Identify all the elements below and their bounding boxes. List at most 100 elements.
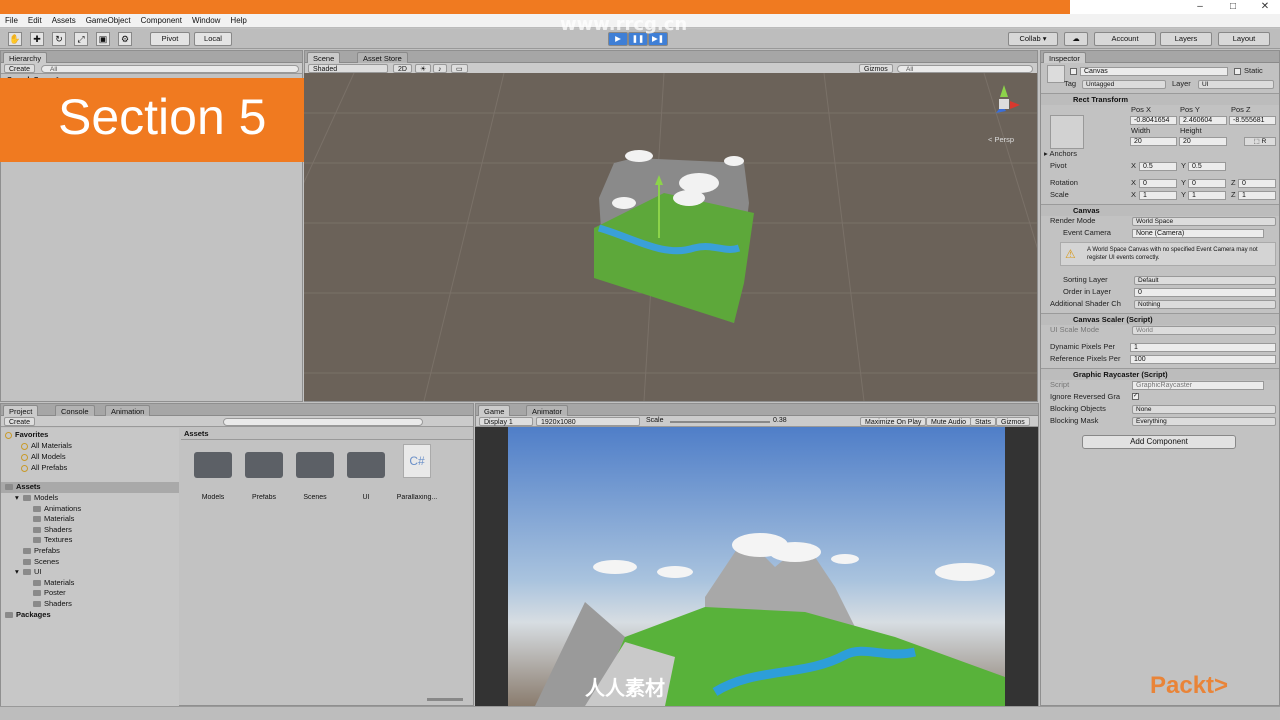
scale-slider[interactable] — [670, 421, 770, 423]
rotation-y-field[interactable]: 0 — [1188, 179, 1226, 188]
event-camera-field[interactable]: None (Camera) — [1132, 229, 1264, 238]
favorite-item[interactable]: All Prefabs — [21, 463, 67, 474]
tab-game[interactable]: Game — [478, 405, 511, 416]
render-mode-dropdown[interactable]: World Space — [1132, 217, 1276, 226]
rotation-x-field[interactable]: 0 — [1139, 179, 1177, 188]
audio-toggle-icon[interactable]: ♪ — [433, 64, 447, 73]
tab-hierarchy[interactable]: Hierarchy — [3, 52, 48, 63]
icon-size-slider[interactable] — [427, 698, 463, 701]
tag-dropdown[interactable]: Untagged — [1082, 80, 1166, 89]
reference-pixels-field[interactable]: 100 — [1130, 355, 1276, 364]
asset-folder-row[interactable]: Animations — [25, 504, 81, 515]
sorting-layer-dropdown[interactable]: Default — [1134, 276, 1276, 285]
layers-dropdown[interactable]: Layers — [1160, 32, 1212, 46]
tab-scene[interactable]: Scene — [307, 52, 341, 63]
hierarchy-create-button[interactable]: Create — [4, 64, 36, 73]
2d-toggle[interactable]: 2D — [393, 64, 412, 73]
pivot-toggle[interactable]: Pivot — [150, 32, 190, 46]
asset-folder-row[interactable]: Shaders — [25, 525, 72, 536]
graphic-raycaster-header[interactable]: Graphic Raycaster (Script) — [1041, 368, 1279, 380]
tab-animation[interactable]: Animation — [105, 405, 151, 416]
project-breadcrumb[interactable]: Assets — [181, 428, 473, 440]
menu-file[interactable]: File — [0, 14, 23, 28]
dynamic-pixels-field[interactable]: 1 — [1130, 343, 1276, 352]
game-gizmos-dropdown[interactable]: Gizmos — [996, 417, 1030, 426]
posy-field[interactable]: 2.460604 — [1179, 116, 1227, 125]
project-create-button[interactable]: Create — [4, 417, 36, 426]
maximize-on-play-toggle[interactable]: Maximize On Play — [860, 417, 927, 426]
asset-folder-row[interactable]: Shaders — [25, 599, 72, 610]
perspective-label[interactable]: < Persp — [988, 135, 1014, 144]
ignore-reversed-checkbox[interactable]: ✓ — [1132, 393, 1139, 400]
rotate-tool-icon[interactable]: ↻ — [52, 32, 66, 46]
transform-tool-icon[interactable]: ⚙ — [118, 32, 132, 46]
resolution-dropdown[interactable]: 1920x1080 — [536, 417, 640, 426]
scale-y-field[interactable]: 1 — [1188, 191, 1226, 200]
blocking-objects-dropdown[interactable]: None — [1132, 405, 1276, 414]
asset-grid-item[interactable]: C# Parallaxing... — [393, 444, 441, 504]
pivot-x-field[interactable]: 0.5 — [1139, 162, 1177, 171]
anchors-foldout[interactable]: ▸ Anchors — [1044, 149, 1077, 159]
orientation-gizmo[interactable] — [984, 79, 1024, 127]
order-in-layer-field[interactable]: 0 — [1134, 288, 1276, 297]
ui-scale-mode-dropdown[interactable]: World — [1132, 326, 1276, 335]
tab-project[interactable]: Project — [3, 405, 39, 416]
favorites-header[interactable]: Favorites — [5, 430, 48, 441]
close-button[interactable]: ✕ — [1250, 0, 1280, 14]
menu-component[interactable]: Component — [136, 14, 187, 28]
asset-folder-row[interactable]: Poster — [25, 588, 66, 599]
asset-folder-row[interactable]: ▾ Models — [15, 493, 58, 504]
height-field[interactable]: 20 — [1179, 137, 1227, 146]
canvas-scaler-header[interactable]: Canvas Scaler (Script) — [1041, 313, 1279, 325]
canvas-component-header[interactable]: Canvas — [1041, 204, 1279, 216]
maximize-button[interactable]: □ — [1218, 0, 1248, 14]
asset-folder-row[interactable]: Materials — [25, 578, 74, 589]
expanded-arrow-icon[interactable]: ▾ — [15, 567, 23, 578]
display-dropdown[interactable]: Display 1 — [479, 417, 533, 426]
posz-field[interactable]: -8.555681 — [1229, 116, 1276, 125]
scene-search-input[interactable]: All — [897, 64, 1033, 73]
lighting-toggle-icon[interactable]: ☀ — [415, 64, 432, 73]
tab-inspector[interactable]: Inspector — [1043, 52, 1086, 63]
menu-edit[interactable]: Edit — [23, 14, 47, 28]
cloud-icon[interactable]: ☁ — [1064, 32, 1088, 46]
rect-tool-icon[interactable]: ▣ — [96, 32, 110, 46]
effects-toggle-icon[interactable]: ▭ — [451, 64, 468, 73]
tab-animator[interactable]: Animator — [526, 405, 569, 416]
blueprint-raw-buttons[interactable]: ⬚ R — [1244, 137, 1276, 146]
assets-root[interactable]: Assets — [1, 482, 179, 493]
menu-window[interactable]: Window — [187, 14, 225, 28]
asset-folder-row[interactable]: Scenes — [15, 557, 59, 568]
tab-console[interactable]: Console — [55, 405, 95, 416]
scale-x-field[interactable]: 1 — [1139, 191, 1177, 200]
favorite-item[interactable]: All Materials — [21, 441, 72, 452]
shader-channels-dropdown[interactable]: Nothing — [1134, 300, 1276, 309]
stats-toggle[interactable]: Stats — [970, 417, 996, 426]
collab-dropdown[interactable]: Collab ▾ — [1008, 32, 1058, 46]
asset-folder-row[interactable]: Materials — [25, 514, 74, 525]
scale-z-field[interactable]: 1 — [1238, 191, 1276, 200]
shading-mode-dropdown[interactable]: Shaded — [308, 64, 388, 73]
asset-folder-row[interactable]: Textures — [25, 535, 72, 546]
move-tool-icon[interactable]: ✚ — [30, 32, 44, 46]
local-toggle[interactable]: Local — [194, 32, 232, 46]
object-name-field[interactable]: Canvas — [1080, 67, 1228, 76]
asset-grid-item[interactable]: Models — [189, 444, 237, 504]
scale-tool-icon[interactable]: ⤢ — [74, 32, 88, 46]
static-checkbox[interactable] — [1234, 68, 1241, 75]
packages-folder[interactable]: Packages — [5, 610, 51, 621]
rect-transform-header[interactable]: Rect Transform — [1041, 93, 1279, 105]
expanded-arrow-icon[interactable]: ▾ — [15, 493, 23, 504]
layer-dropdown[interactable]: UI — [1198, 80, 1274, 89]
asset-grid-item[interactable]: Prefabs — [240, 444, 288, 504]
anchor-preset-icon[interactable] — [1050, 115, 1084, 149]
menu-gameobject[interactable]: GameObject — [81, 14, 136, 28]
menu-assets[interactable]: Assets — [47, 14, 81, 28]
pivot-y-field[interactable]: 0.5 — [1188, 162, 1226, 171]
width-field[interactable]: 20 — [1130, 137, 1177, 146]
hierarchy-search-input[interactable]: All — [41, 64, 299, 73]
game-viewport[interactable]: 人人素材 — [475, 427, 1038, 706]
active-checkbox[interactable] — [1070, 68, 1077, 75]
asset-grid-item[interactable]: UI — [342, 444, 390, 504]
minimize-button[interactable]: – — [1185, 0, 1215, 14]
